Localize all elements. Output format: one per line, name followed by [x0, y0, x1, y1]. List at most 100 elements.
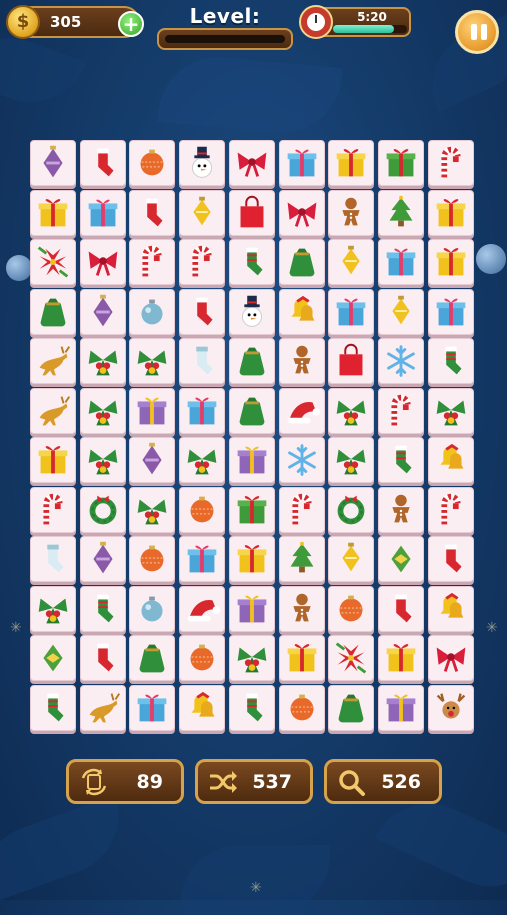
tile-stocking-white[interactable] [30, 536, 76, 582]
tile-gift-yellow[interactable] [378, 635, 424, 681]
tile-gift-blue[interactable] [378, 239, 424, 285]
tile-ornament-purple[interactable] [80, 289, 126, 335]
tile-candy-cane[interactable] [279, 487, 325, 533]
tile-ornament-orange[interactable] [179, 635, 225, 681]
tile-tree[interactable] [279, 536, 325, 582]
tile-gift-green[interactable] [378, 140, 424, 186]
tile-candy-cane[interactable] [428, 487, 474, 533]
tile-ornament-yellow[interactable] [328, 239, 374, 285]
tile-wreath[interactable] [80, 487, 126, 533]
tile-sack[interactable] [30, 289, 76, 335]
tile-tree[interactable] [378, 190, 424, 236]
tile-holly[interactable] [80, 437, 126, 483]
tile-poinsettia[interactable] [30, 239, 76, 285]
tile-bells[interactable] [179, 685, 225, 731]
tile-candy-cane[interactable] [30, 487, 76, 533]
tile-holly[interactable] [30, 586, 76, 632]
tile-stocking-green[interactable] [30, 685, 76, 731]
tile-sack[interactable] [229, 338, 275, 384]
tile-holly[interactable] [428, 388, 474, 434]
tile-ornament-purple[interactable] [30, 140, 76, 186]
tile-ornament-yellow[interactable] [378, 289, 424, 335]
swap-hint-button[interactable]: 89 [66, 759, 184, 804]
tile-gift-green[interactable] [229, 487, 275, 533]
tile-gift-yellow[interactable] [229, 536, 275, 582]
add-coins-button[interactable]: + [118, 11, 144, 37]
tile-ornament-orange[interactable] [179, 487, 225, 533]
tile-ornament-purple[interactable] [80, 536, 126, 582]
tile-gift-blue[interactable] [428, 289, 474, 335]
tile-snowflake[interactable] [279, 437, 325, 483]
tile-ornament-green[interactable] [30, 635, 76, 681]
tile-ornament-orange[interactable] [328, 586, 374, 632]
tile-gift-purple[interactable] [378, 685, 424, 731]
tile-reindeer[interactable] [30, 338, 76, 384]
tile-stocking[interactable] [80, 140, 126, 186]
tile-ornament-orange[interactable] [279, 685, 325, 731]
hint-magnifier-button[interactable]: 526 [324, 759, 442, 804]
tile-bells[interactable] [428, 437, 474, 483]
tile-holly[interactable] [328, 437, 374, 483]
tile-gingerbread[interactable] [279, 586, 325, 632]
tile-stocking[interactable] [378, 586, 424, 632]
tile-gingerbread[interactable] [378, 487, 424, 533]
tile-ornament-purple[interactable] [129, 437, 175, 483]
tile-gift-blue[interactable] [179, 536, 225, 582]
tile-holly[interactable] [229, 635, 275, 681]
tile-gift-purple[interactable] [129, 388, 175, 434]
tile-wreath[interactable] [328, 487, 374, 533]
tile-stocking-green[interactable] [229, 685, 275, 731]
tile-gift-yellow[interactable] [328, 140, 374, 186]
tile-gift-yellow[interactable] [30, 437, 76, 483]
tile-bells[interactable] [428, 586, 474, 632]
tile-ornament-orange[interactable] [129, 536, 175, 582]
tile-stocking[interactable] [129, 190, 175, 236]
tile-reindeer-face[interactable] [428, 685, 474, 731]
tile-stocking[interactable] [80, 635, 126, 681]
tile-gift-yellow[interactable] [428, 190, 474, 236]
tile-gingerbread[interactable] [328, 190, 374, 236]
tile-snowman[interactable] [179, 140, 225, 186]
tile-candy-cane[interactable] [378, 388, 424, 434]
tile-gift-yellow[interactable] [279, 635, 325, 681]
tile-holly[interactable] [129, 487, 175, 533]
tile-gift-purple[interactable] [229, 586, 275, 632]
tile-reindeer[interactable] [30, 388, 76, 434]
tile-ornament-blue[interactable] [129, 586, 175, 632]
tile-bow[interactable] [279, 190, 325, 236]
tile-sack[interactable] [229, 388, 275, 434]
tile-stocking-white[interactable] [179, 338, 225, 384]
tile-gift-purple[interactable] [229, 437, 275, 483]
tile-sack[interactable] [328, 685, 374, 731]
tile-bow[interactable] [428, 635, 474, 681]
tile-gift-blue[interactable] [328, 289, 374, 335]
tile-sack[interactable] [129, 635, 175, 681]
tile-santa-hat[interactable] [179, 586, 225, 632]
tile-gift-yellow[interactable] [30, 190, 76, 236]
pause-button[interactable] [455, 10, 499, 54]
shuffle-button[interactable]: 537 [195, 759, 313, 804]
tile-candy-cane[interactable] [129, 239, 175, 285]
tile-ornament-orange[interactable] [129, 140, 175, 186]
tile-stocking-green[interactable] [229, 239, 275, 285]
tile-shopping-bag[interactable] [229, 190, 275, 236]
tile-sack[interactable] [279, 239, 325, 285]
tile-stocking[interactable] [428, 536, 474, 582]
tile-ornament-yellow[interactable] [328, 536, 374, 582]
tile-snowflake[interactable] [378, 338, 424, 384]
tile-bow[interactable] [80, 239, 126, 285]
tile-snowman[interactable] [229, 289, 275, 335]
tile-stocking-green[interactable] [428, 338, 474, 384]
tile-candy-cane[interactable] [428, 140, 474, 186]
tile-poinsettia[interactable] [328, 635, 374, 681]
tile-holly[interactable] [328, 388, 374, 434]
tile-gift-blue[interactable] [179, 388, 225, 434]
tile-ornament-green[interactable] [378, 536, 424, 582]
tile-ornament-yellow[interactable] [179, 190, 225, 236]
tile-holly[interactable] [129, 338, 175, 384]
tile-reindeer[interactable] [80, 685, 126, 731]
tile-gift-blue[interactable] [129, 685, 175, 731]
tile-stocking[interactable] [179, 289, 225, 335]
tile-holly[interactable] [179, 437, 225, 483]
tile-gingerbread[interactable] [279, 338, 325, 384]
